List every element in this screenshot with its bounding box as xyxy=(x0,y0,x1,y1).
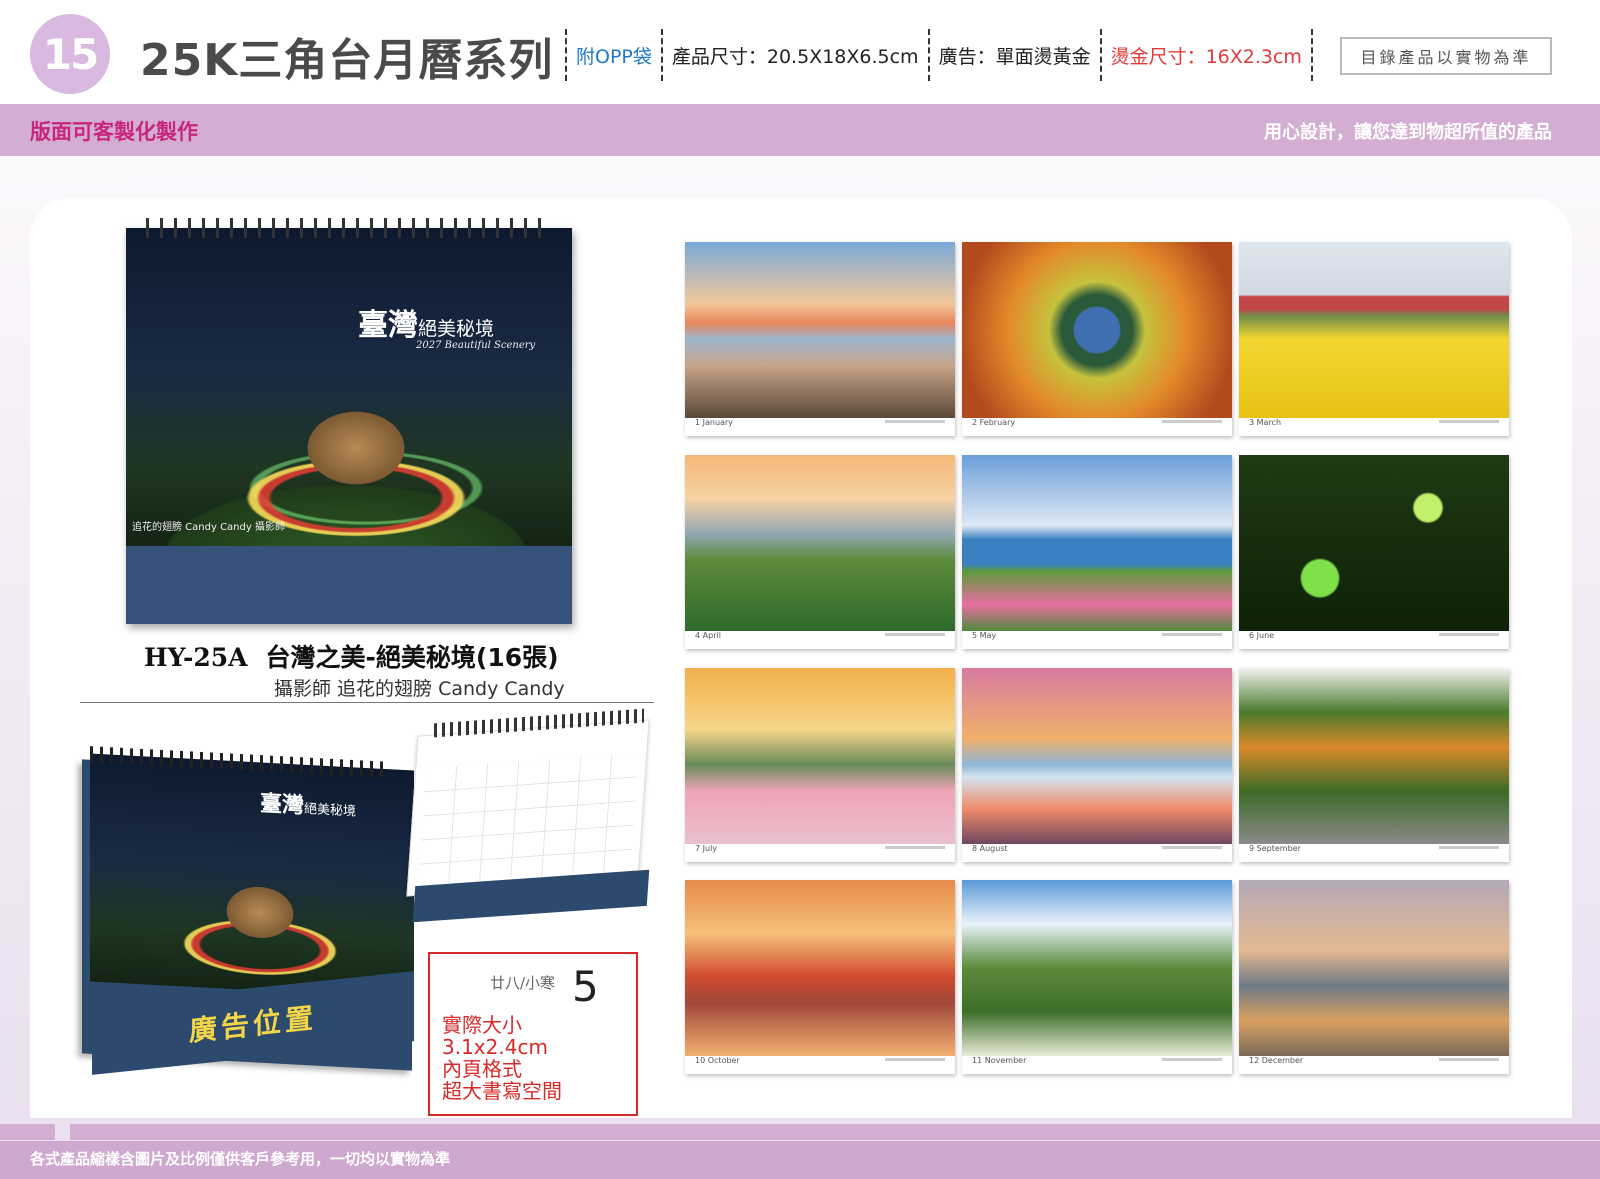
month-caption: 7 July xyxy=(695,844,718,853)
month-photo xyxy=(962,880,1232,1056)
month-thumbnail: 10 October xyxy=(685,880,955,1074)
month-caption: 4 April xyxy=(695,631,721,640)
caption-rule xyxy=(1162,420,1222,423)
month-caption: 11 November xyxy=(972,1056,1027,1065)
ad-position-label: 廣告位置 xyxy=(188,1001,317,1048)
month-thumbnail: 2 February xyxy=(962,242,1232,436)
caption-rule xyxy=(1439,846,1499,849)
caption-rule xyxy=(1162,633,1222,636)
standing-calendar-front: 臺灣絕美秘境 廣告位置 xyxy=(70,746,422,1075)
date-grid xyxy=(418,753,639,885)
cover-logo-subtitle: 2027 Beautiful Scenery xyxy=(416,340,536,351)
subtitle-band: 版面可客製化製作 用心設計，讓您達到物超所值的產品 xyxy=(0,104,1600,156)
month-caption: 9 September xyxy=(1249,844,1301,853)
month-photo xyxy=(685,242,955,418)
month-caption: 5 May xyxy=(972,631,997,640)
footer-accent xyxy=(70,1124,1600,1140)
cover-ad-bar xyxy=(126,546,572,624)
caption-rule xyxy=(885,1058,945,1061)
cover-photo xyxy=(126,228,572,546)
spec-divider xyxy=(1099,29,1102,81)
month-photo xyxy=(1239,880,1509,1056)
month-photo xyxy=(685,455,955,631)
month-caption: 3 March xyxy=(1249,418,1282,427)
month-caption: 8 August xyxy=(972,844,1008,853)
slogan: 用心設計，讓您達到物超所值的產品 xyxy=(1264,122,1552,143)
spec-product-size: 產品尺寸：20.5X18X6.5cm xyxy=(671,45,919,68)
month-caption: 6 June xyxy=(1249,631,1275,640)
calendar-cover: 臺灣絕美秘境 2027 Beautiful Scenery 追花的翅膀 Cand… xyxy=(126,218,572,624)
month-thumbnail: 9 September xyxy=(1239,668,1509,862)
product-title: HY-25A 台灣之美-絕美秘境(16張) xyxy=(144,638,559,674)
cover-credit: 追花的翅膀 Candy Candy 攝影師 xyxy=(132,522,285,533)
divider-line xyxy=(80,702,654,703)
caption-rule xyxy=(885,420,945,423)
stand-photo xyxy=(90,753,414,999)
month-thumbnail: 5 May xyxy=(962,455,1232,649)
month-thumbnail: 4 April xyxy=(685,455,955,649)
date-cell-callout: 廿八/小寒 5 實際大小 3.1x2.4cm 內頁格式 超大書寫空間 xyxy=(428,952,638,1116)
caption-rule xyxy=(885,846,945,849)
month-thumbnail: 11 November xyxy=(962,880,1232,1074)
caption-rule xyxy=(1439,420,1499,423)
product-code: HY-25A xyxy=(144,643,248,672)
month-photo xyxy=(962,455,1232,631)
month-photo xyxy=(1239,242,1509,418)
spec-advertising: 廣告：單面燙黃金 xyxy=(938,45,1091,68)
page-number-badge: 15 xyxy=(30,14,110,94)
caption-rule xyxy=(1162,1058,1222,1061)
cell-size-note: 實際大小 3.1x2.4cm 內頁格式 超大書寫空間 xyxy=(442,1013,562,1103)
month-thumbnail: 12 December xyxy=(1239,880,1509,1074)
spec-divider xyxy=(1310,29,1313,81)
caption-rule xyxy=(885,633,945,636)
footer-accent xyxy=(0,1124,55,1140)
spec-divider xyxy=(565,29,567,81)
series-title: 25K三角台月曆系列 xyxy=(140,35,554,86)
inner-page xyxy=(406,719,650,897)
month-caption: 12 December xyxy=(1249,1056,1304,1065)
standing-calendar-inner-page xyxy=(406,708,654,932)
month-photo xyxy=(1239,455,1509,631)
page-number: 15 xyxy=(42,29,99,79)
photographer-credit: 攝影師 追花的翅膀 Candy Candy xyxy=(274,678,565,700)
caption-rule xyxy=(1439,1058,1499,1061)
day-number: 5 xyxy=(572,962,599,1011)
month-photo xyxy=(962,668,1232,844)
cover-logo: 臺灣絕美秘境 xyxy=(358,308,495,343)
month-thumbnail: 7 July xyxy=(685,668,955,862)
month-caption: 10 October xyxy=(695,1056,740,1065)
month-thumbnail: 8 August xyxy=(962,668,1232,862)
month-thumbnail: 1 January xyxy=(685,242,955,436)
catalog-note: 目錄產品以實物為準 xyxy=(1340,37,1552,75)
spec-divider xyxy=(660,29,663,81)
month-photo xyxy=(962,242,1232,418)
footer-disclaimer: 各式產品縮樣含圖片及比例僅供客戶參考用，一切均以實物為準 xyxy=(30,1150,451,1168)
caption-rule xyxy=(1439,633,1499,636)
spec-bar: 附OPP袋 產品尺寸：20.5X18X6.5cm 廣告：單面燙黃金 燙金尺寸：1… xyxy=(556,28,1322,82)
spec-divider xyxy=(927,29,930,81)
month-caption: 2 February xyxy=(972,418,1016,427)
stand-logo: 臺灣絕美秘境 xyxy=(260,790,357,820)
month-photo xyxy=(685,668,955,844)
month-thumbnail: 3 March xyxy=(1239,242,1509,436)
month-photo xyxy=(1239,668,1509,844)
spec-opp-bag: 附OPP袋 xyxy=(576,45,652,68)
customizable-note: 版面可客製化製作 xyxy=(30,120,198,144)
lunar-date: 廿八/小寒 xyxy=(490,974,556,992)
product-name: 台灣之美-絕美秘境(16張) xyxy=(265,643,559,672)
month-photo xyxy=(685,880,955,1056)
month-caption: 1 January xyxy=(695,418,733,427)
caption-rule xyxy=(1162,846,1222,849)
month-thumbnail: 6 June xyxy=(1239,455,1509,649)
spec-foil-size: 燙金尺寸：16X2.3cm xyxy=(1110,45,1302,68)
spiral-binding xyxy=(146,218,552,238)
header: 15 25K三角台月曆系列 附OPP袋 產品尺寸：20.5X18X6.5cm 廣… xyxy=(0,0,1600,104)
